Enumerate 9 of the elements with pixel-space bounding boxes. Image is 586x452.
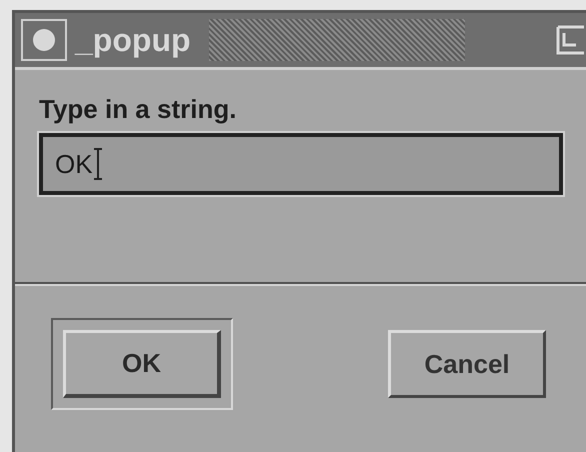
maximize-icon: [554, 23, 584, 57]
window-menu-button[interactable]: [21, 19, 67, 61]
window-title: _popup: [75, 22, 191, 58]
text-cursor-icon: [92, 147, 103, 181]
text-input-field[interactable]: OK: [39, 133, 563, 195]
dialog-button[interactable]: OK: [63, 330, 221, 398]
circle-icon: [31, 27, 57, 53]
prompt-label: Type in a string.: [39, 94, 238, 125]
dialog-button[interactable]: Cancel: [388, 330, 546, 398]
